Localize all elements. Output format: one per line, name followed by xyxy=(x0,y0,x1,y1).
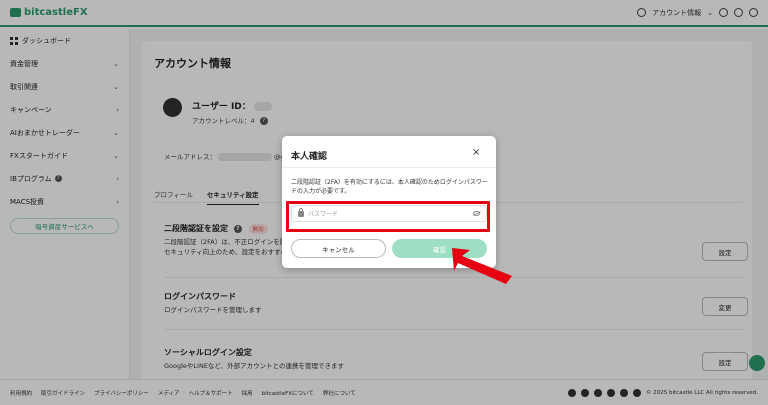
annotation-arrow-icon xyxy=(452,248,512,284)
